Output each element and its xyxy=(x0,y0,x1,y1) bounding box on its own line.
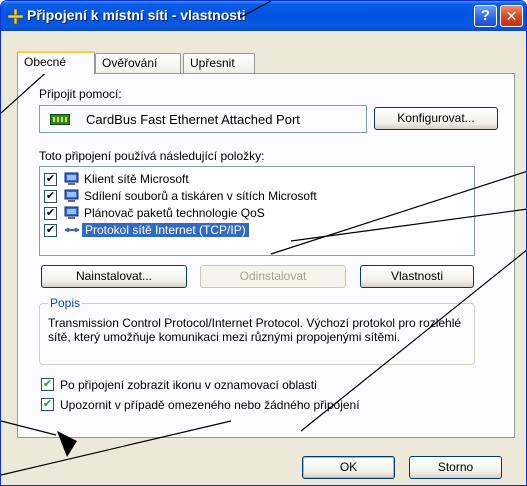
service-icon xyxy=(64,189,79,202)
notify-label: Upozornit v případě omezeného nebo žádné… xyxy=(60,398,360,412)
close-button[interactable]: ✕ xyxy=(500,5,523,27)
list-item-qos[interactable]: ✔ Plánovač paketů technologie QoS xyxy=(42,205,470,222)
configure-button-label: Konfigurovat... xyxy=(397,111,475,125)
items-label: Toto připojení používá následující polož… xyxy=(39,149,265,163)
window-title: Připojení k místní síti - vlastnosti xyxy=(27,7,246,23)
item-checkbox[interactable]: ✔ xyxy=(44,224,57,237)
adapter-box: CardBus Fast Ethernet Attached Port xyxy=(39,105,367,133)
components-list[interactable]: ✔ Klient sítě Microsoft ✔ Sdílení soubor… xyxy=(39,166,475,256)
adapter-name: CardBus Fast Ethernet Attached Port xyxy=(86,112,300,127)
show-icon-option[interactable]: ✔ Po připojení zobrazit ikonu v oznamova… xyxy=(41,377,511,393)
item-checkbox[interactable]: ✔ xyxy=(44,207,57,220)
item-checkbox[interactable]: ✔ xyxy=(44,190,57,203)
install-button[interactable]: Nainstalovat... xyxy=(41,265,187,288)
description-title: Popis xyxy=(48,296,83,310)
item-checkbox[interactable]: ✔ xyxy=(44,173,57,186)
list-item-file-sharing[interactable]: ✔ Sdílení souborů a tiskáren v sítích Mi… xyxy=(42,188,470,205)
tab-label: Obecné xyxy=(24,55,67,69)
notify-checkbox[interactable]: ✔ xyxy=(41,398,54,411)
description-text: Transmission Control Protocol/Internet P… xyxy=(48,316,462,344)
tab-label: Upřesnit xyxy=(190,56,235,70)
protocol-icon xyxy=(65,228,79,232)
show-icon-checkbox[interactable]: ✔ xyxy=(41,378,54,391)
list-item-client[interactable]: ✔ Klient sítě Microsoft xyxy=(42,171,470,188)
cancel-button[interactable]: Storno xyxy=(409,456,502,479)
uninstall-button-label: Odinstalovat xyxy=(239,269,307,283)
properties-dialog: Připojení k místní síti - vlastnosti ? ✕… xyxy=(0,0,527,486)
show-icon-label: Po připojení zobrazit ikonu v oznamovací… xyxy=(60,378,317,392)
list-item-tcpip[interactable]: ✔ Protokol sítě Internet (TCP/IP) xyxy=(42,222,470,239)
tab-advanced[interactable]: Upřesnit xyxy=(183,53,255,73)
item-label: Klient sítě Microsoft xyxy=(84,172,189,186)
tab-label: Ověřování xyxy=(102,56,158,70)
item-label: Sdílení souborů a tiskáren v sítích Micr… xyxy=(84,189,317,203)
properties-button-label: Vlastnosti xyxy=(390,269,444,283)
install-button-label: Nainstalovat... xyxy=(75,269,153,283)
service-icon xyxy=(64,206,79,219)
tab-authentication[interactable]: Ověřování xyxy=(95,53,181,73)
uninstall-button[interactable]: Odinstalovat xyxy=(200,265,346,288)
properties-button[interactable]: Vlastnosti xyxy=(360,265,474,288)
notify-option[interactable]: ✔ Upozornit v případě omezeného nebo žád… xyxy=(41,397,511,413)
item-label: Protokol sítě Internet (TCP/IP) xyxy=(82,223,249,237)
ok-button-label: OK xyxy=(339,460,358,474)
client-icon xyxy=(64,172,79,185)
configure-button[interactable]: Konfigurovat... xyxy=(374,107,498,130)
cancel-button-label: Storno xyxy=(437,460,474,474)
item-label: Plánovač paketů technologie QoS xyxy=(84,206,265,220)
ok-button[interactable]: OK xyxy=(302,456,395,479)
help-button[interactable]: ? xyxy=(474,5,497,27)
tab-general[interactable]: Obecné xyxy=(17,51,95,74)
network-connection-icon xyxy=(7,8,24,25)
close-icon: ✕ xyxy=(505,8,518,24)
title-bar[interactable]: Připojení k místní síti - vlastnosti ? ✕ xyxy=(1,1,526,31)
description-group: Popis Transmission Control Protocol/Inte… xyxy=(39,296,475,365)
help-icon: ? xyxy=(480,7,491,24)
network-adapter-icon xyxy=(50,114,70,125)
connect-using-label: Připojit pomocí: xyxy=(39,87,122,101)
